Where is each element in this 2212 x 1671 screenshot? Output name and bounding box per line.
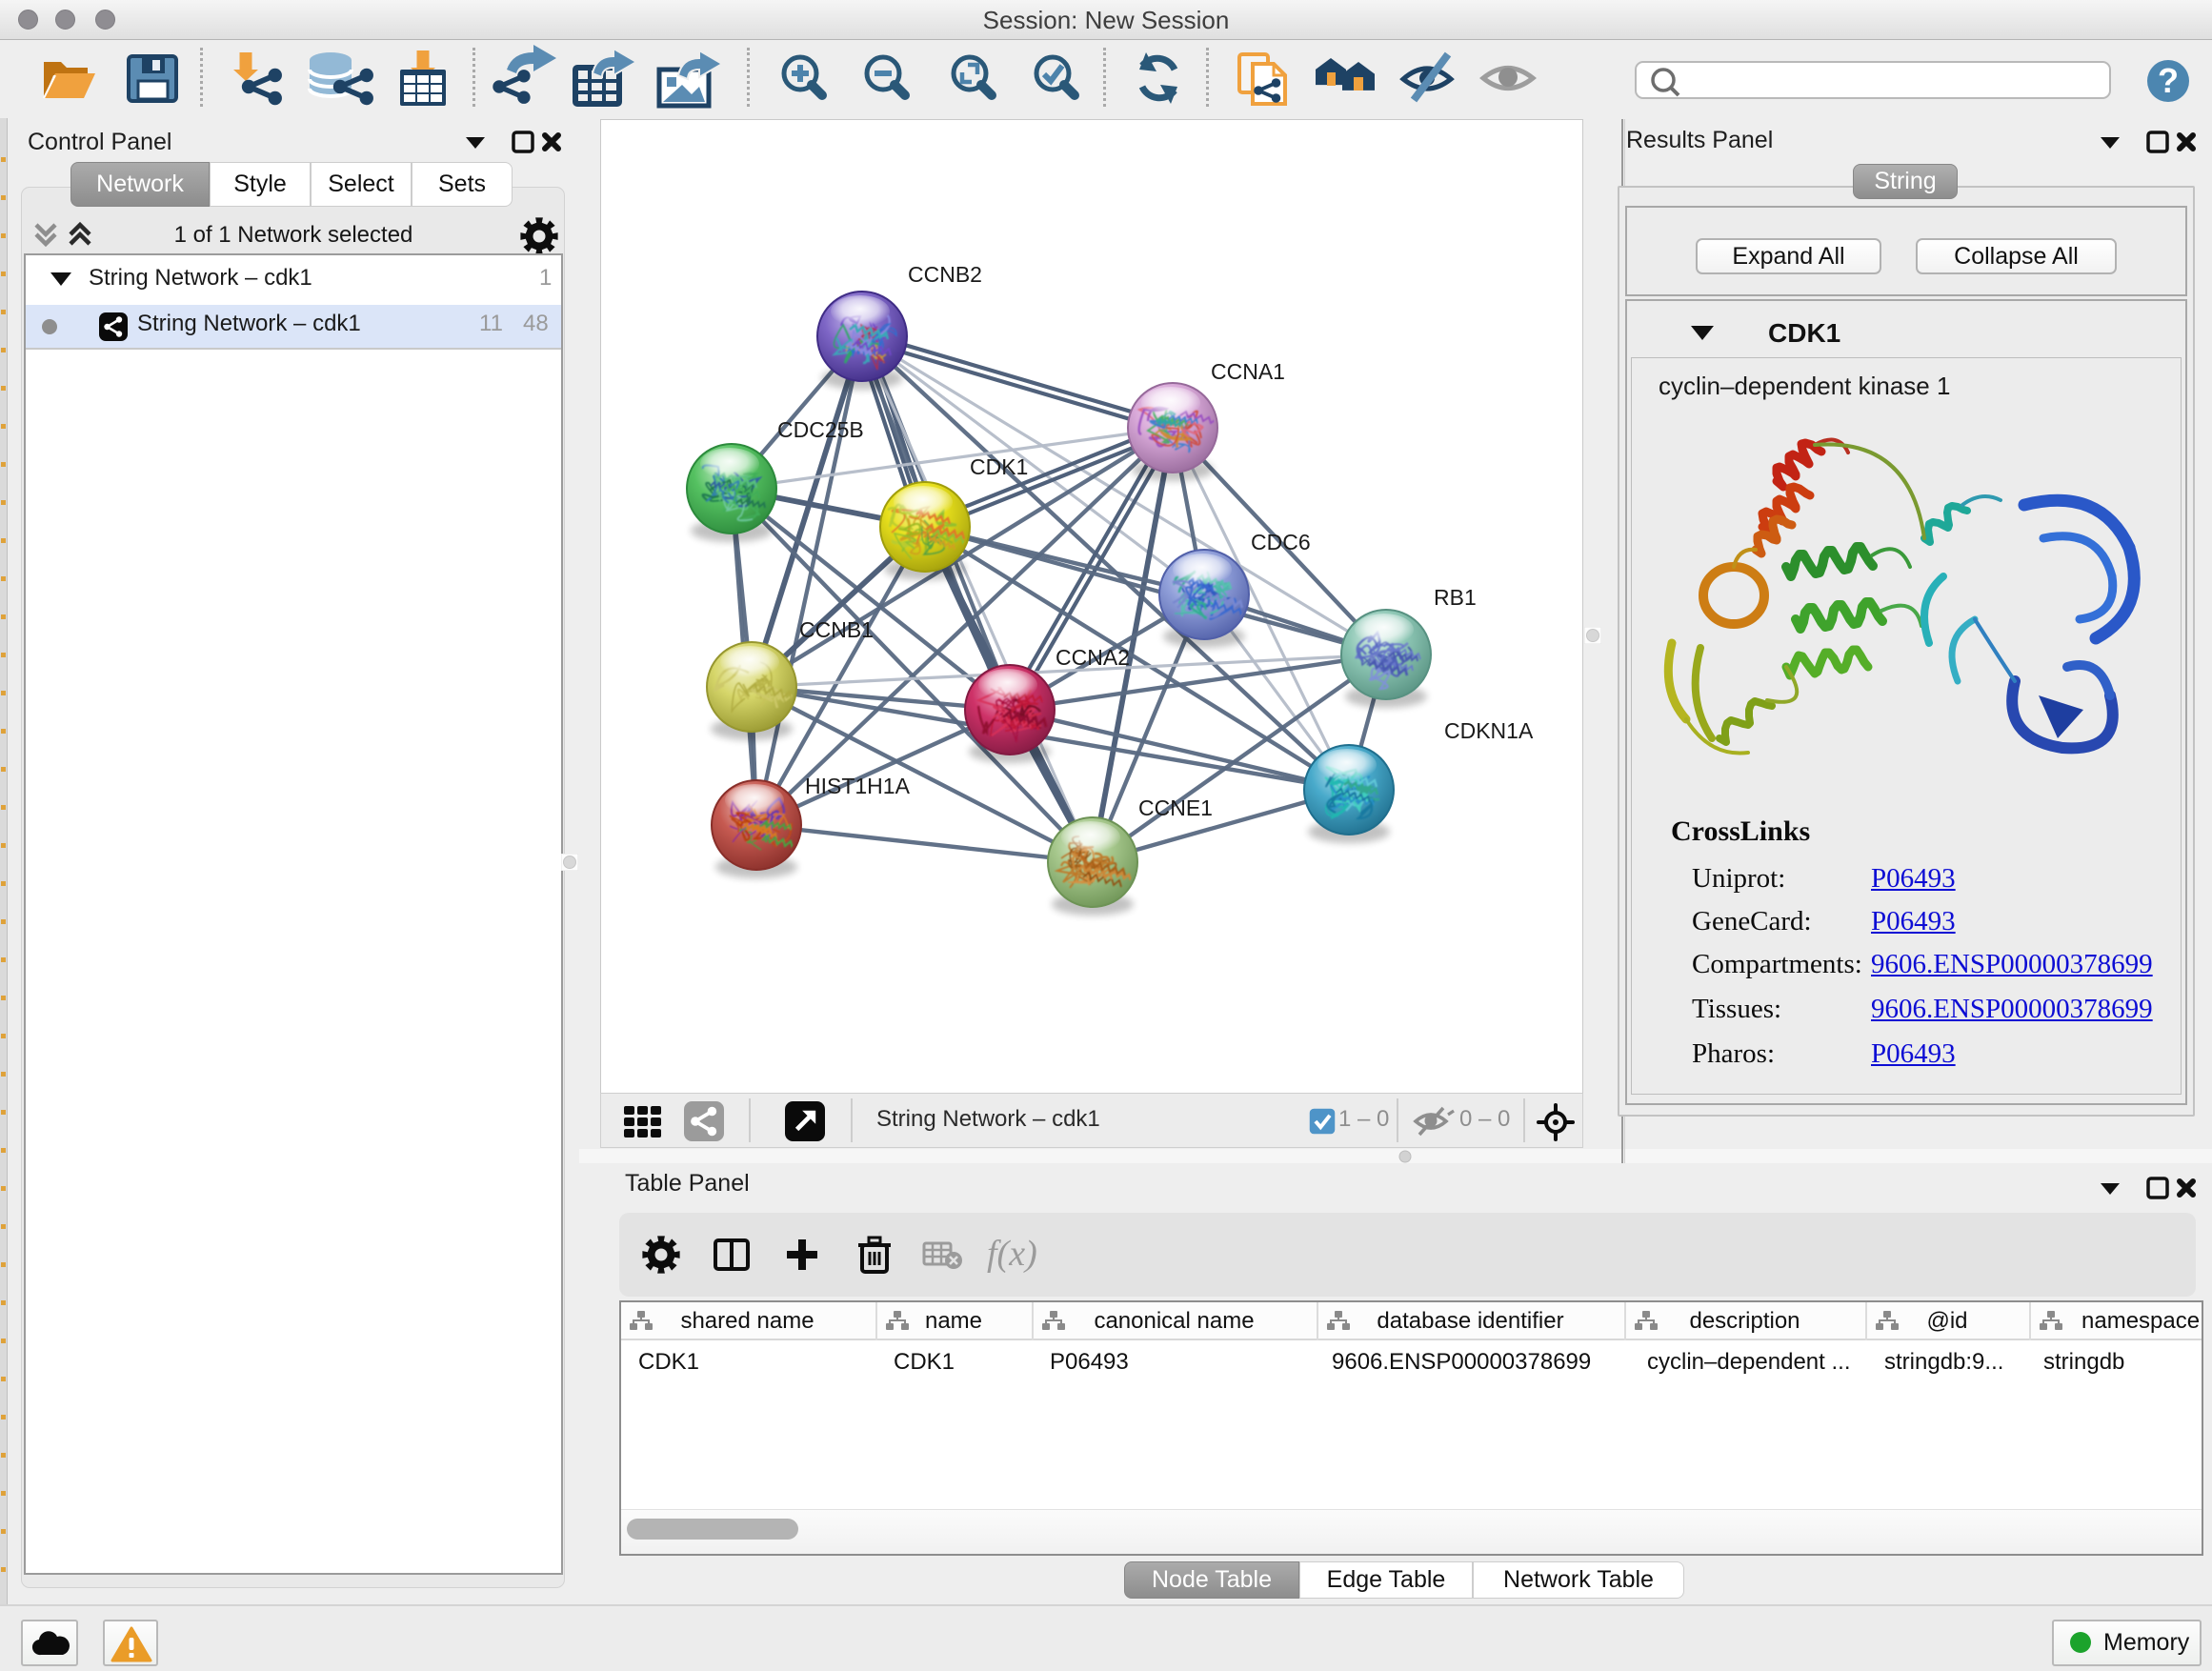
svg-text:CDC25B: CDC25B <box>777 417 864 442</box>
svg-text:?: ? <box>2158 61 2179 100</box>
svg-text:CCNE1: CCNE1 <box>1138 795 1213 820</box>
svg-text:CCNA1: CCNA1 <box>1211 359 1285 384</box>
svg-text:CDK1: CDK1 <box>970 454 1028 479</box>
svg-text:RB1: RB1 <box>1434 585 1477 610</box>
svg-text:CDC6: CDC6 <box>1251 530 1311 554</box>
svg-text:HIST1H1A: HIST1H1A <box>805 774 911 798</box>
svg-text:CCNB2: CCNB2 <box>908 262 982 287</box>
svg-text:CDKN1A: CDKN1A <box>1444 718 1534 743</box>
svg-text:CCNB1: CCNB1 <box>799 617 874 642</box>
svg-text:CCNA2: CCNA2 <box>1056 645 1130 670</box>
